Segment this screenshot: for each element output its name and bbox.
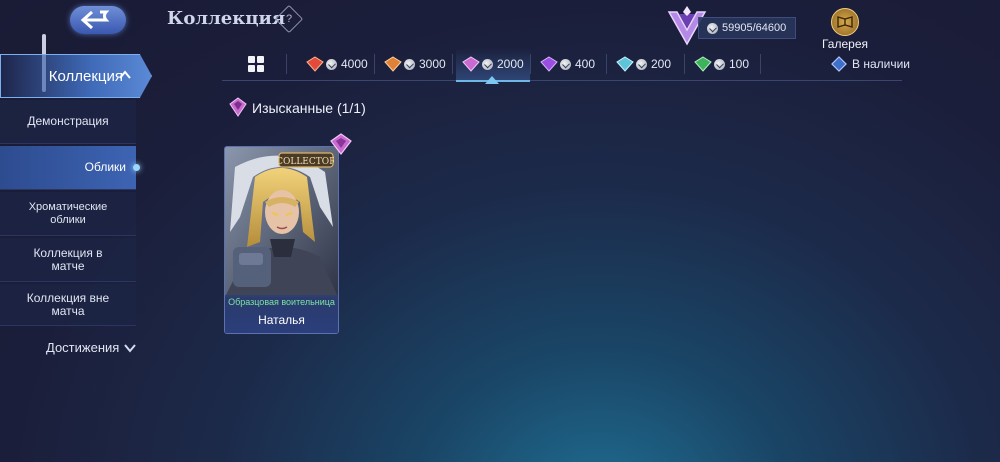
tab-tier-200[interactable]: 200 [616, 48, 671, 80]
section-gem-icon [229, 97, 247, 117]
tab-tier-3000[interactable]: 3000 [384, 48, 446, 80]
sidebar-item-label: Демонстрация [27, 114, 109, 128]
sidebar-item-in-match[interactable]: Коллекция в матче [0, 238, 136, 282]
skin-card[interactable]: Образцовая воительница Наталья [224, 146, 339, 334]
sidebar-item-label: Коллекция в матче [33, 245, 103, 273]
sidebar-item-label: Коллекция вне матча [26, 290, 110, 318]
orange-gem-icon [384, 56, 402, 72]
teal-gem-icon [616, 56, 634, 72]
tab-label: 100 [729, 57, 750, 71]
sidebar-item-out-match[interactable]: Коллекция вне матча [0, 284, 136, 326]
section-title: Изысканные (1/1) [252, 100, 366, 116]
tab-label: 200 [651, 57, 672, 71]
chevron-up-icon [119, 70, 131, 79]
sidebar-item-label: Хроматические облики [28, 200, 108, 226]
page-title: Коллекция [167, 8, 286, 29]
sidebar-item-label: Коллекция [48, 67, 123, 85]
sidebar-item-demo[interactable]: Демонстрация [0, 100, 136, 144]
sidebar-item-label: Облики [84, 160, 126, 174]
back-arrow-icon [80, 10, 110, 30]
sidebar-item-chromatic-skins[interactable]: Хроматические облики [0, 192, 136, 236]
tab-label: 4000 [341, 57, 368, 71]
green-gem-icon [694, 56, 712, 72]
tab-tier-4000[interactable]: 4000 [306, 48, 368, 80]
tier-tab-bar: 4000 3000 2000 400 200 100 В наличии [222, 48, 910, 82]
coin-icon [482, 58, 493, 70]
tab-label: 3000 [419, 57, 446, 71]
filter-label: В наличии [851, 57, 910, 71]
sidebar-item-achievements[interactable]: Достижения [46, 340, 137, 355]
skin-name: Наталья [258, 313, 305, 327]
book-icon [831, 8, 859, 36]
grid-icon [248, 56, 264, 72]
collector-badge-label: COLLECTOR [278, 157, 334, 167]
coin-icon [714, 58, 725, 70]
coin-icon [326, 58, 337, 70]
chevron-down-icon [124, 343, 137, 353]
points-display: 59905/64600 [698, 17, 796, 39]
sidebar-item-skins[interactable]: Облики [0, 146, 136, 190]
collector-badge: COLLECTOR [278, 152, 334, 168]
tab-all[interactable] [248, 48, 264, 80]
purple-gem-icon [540, 56, 558, 72]
coin-icon [707, 22, 718, 34]
skin-artwork [225, 147, 338, 297]
red-gem-icon [306, 56, 324, 72]
tab-tier-400[interactable]: 400 [540, 48, 595, 80]
sidebar-item-label: Достижения [46, 340, 120, 355]
diamond-filter-icon [831, 56, 847, 72]
collector-gem-icon [330, 133, 352, 155]
availability-filter[interactable]: В наличии [830, 48, 910, 80]
points-value: 59905/64600 [722, 22, 787, 34]
sidebar-item-collection[interactable]: Коллекция [0, 54, 152, 98]
coin-icon [404, 58, 415, 70]
tab-label: 400 [575, 57, 596, 71]
active-tab-indicator-icon [485, 76, 499, 84]
tab-label: 2000 [497, 57, 524, 71]
tab-tier-100[interactable]: 100 [694, 48, 749, 80]
selected-dot-icon [133, 164, 140, 171]
gallery-button[interactable]: Галерея [818, 8, 872, 51]
coin-icon [636, 58, 647, 70]
back-button[interactable] [70, 6, 126, 34]
pink-gem-icon [462, 56, 480, 72]
skin-subtitle: Образцовая воительница [228, 297, 335, 307]
help-label: ? [285, 13, 293, 25]
coin-icon [560, 58, 571, 70]
